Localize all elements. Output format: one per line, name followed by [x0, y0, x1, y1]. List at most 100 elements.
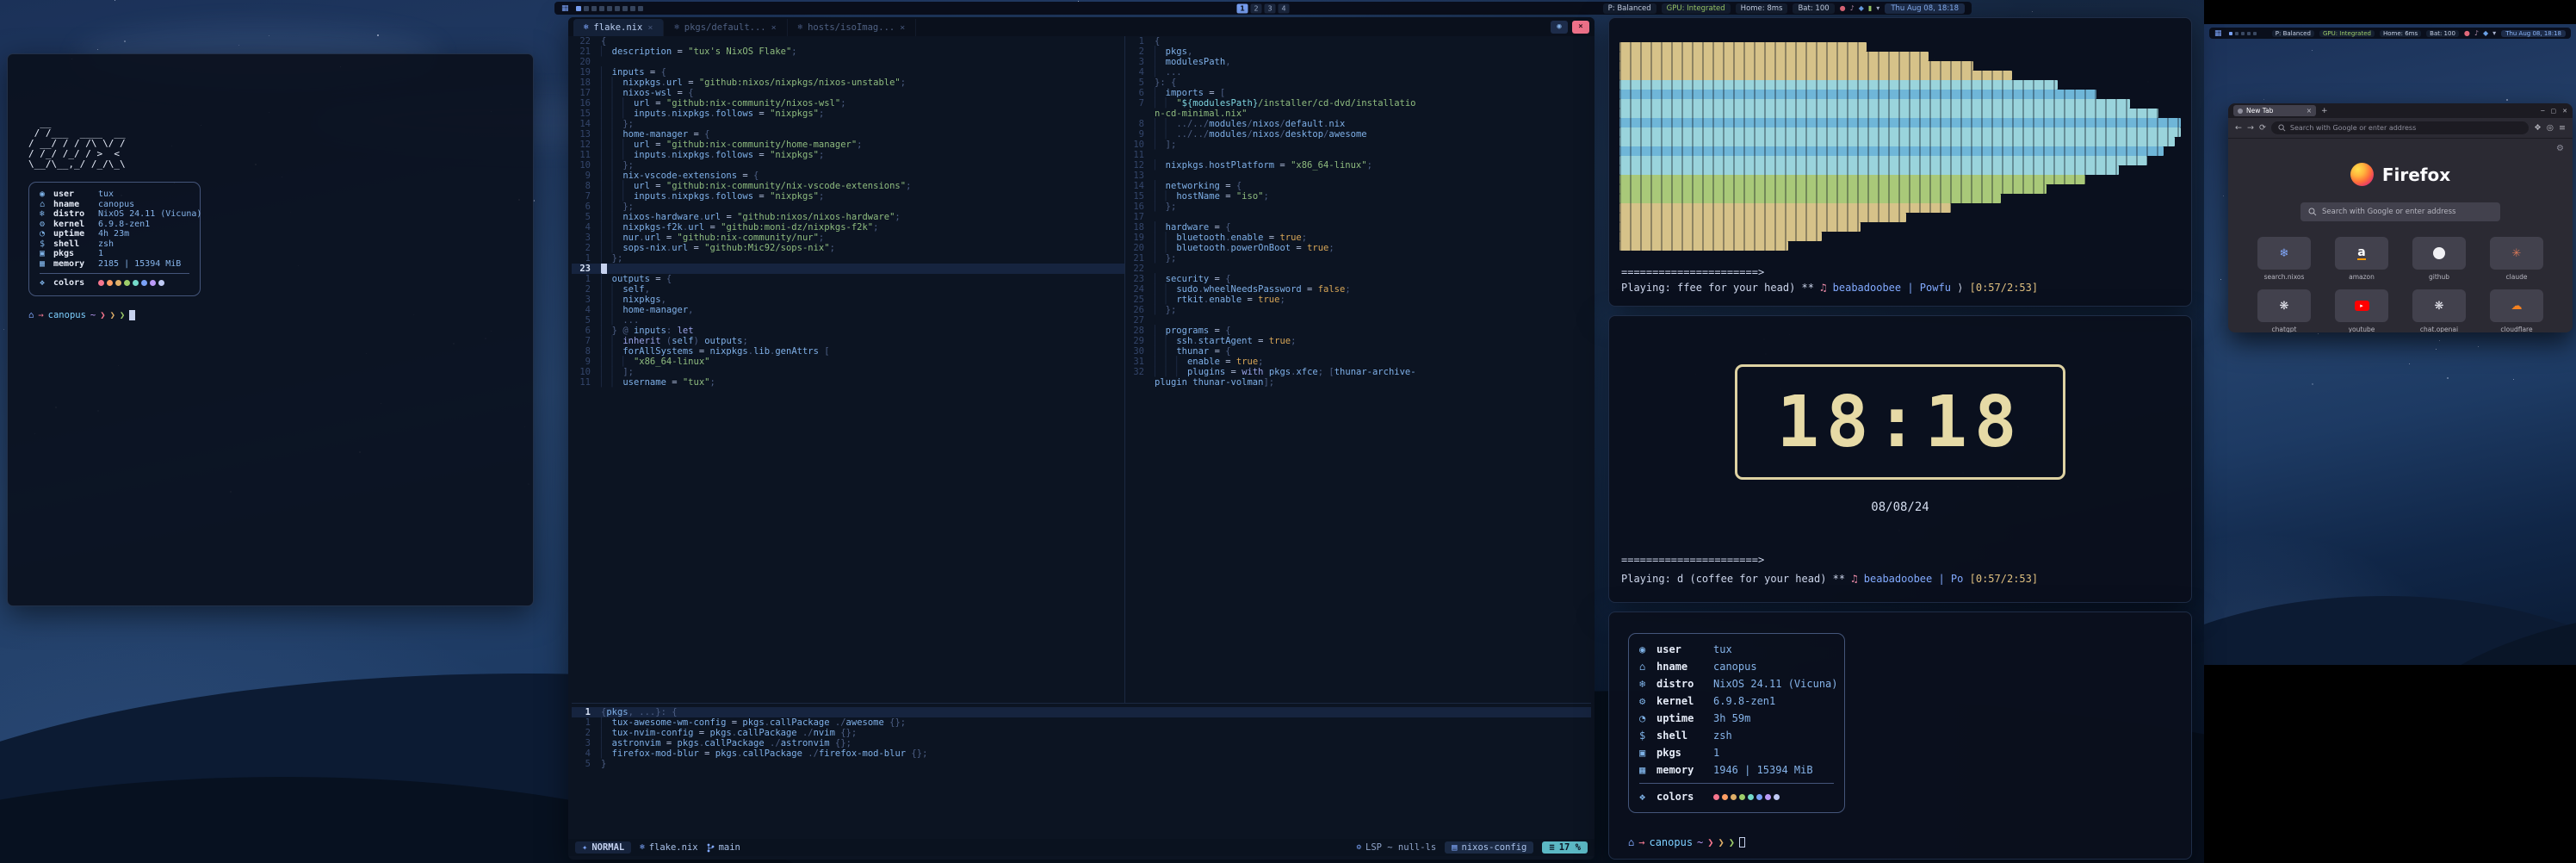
new-tab-button[interactable]: +: [2321, 107, 2328, 115]
workspace-square[interactable]: [591, 6, 597, 11]
shortcut-tile[interactable]: aamazon: [2330, 237, 2393, 281]
workspace-square[interactable]: [630, 6, 635, 11]
tag-button[interactable]: 1: [1237, 3, 1248, 13]
shell-prompt[interactable]: ⌂→canopus~❯❯❯: [1628, 836, 1745, 848]
forward-icon[interactable]: →: [2247, 123, 2254, 133]
buffer-flake-nix[interactable]: 22{21▏ description = "tux's NixOS Flake"…: [572, 36, 1124, 703]
tab-close-icon[interactable]: ×: [771, 23, 777, 33]
music-icon[interactable]: ♪: [1850, 4, 1855, 12]
close-icon[interactable]: ✕: [2562, 108, 2567, 115]
buffer-iso-nix[interactable]: 1{2▏ pkgs,3▏ modulesPath,4▏ ...5}: {6▏ i…: [1124, 36, 1591, 703]
terminal-window[interactable]: __ / /___ ____ __ / __/ / / /\ \/ / / /_…: [7, 53, 534, 606]
line-number: 1: [572, 717, 601, 728]
shell-prompt[interactable]: ⌂→canopus~❯❯❯: [28, 310, 514, 320]
tab-close-icon[interactable]: ×: [900, 23, 905, 33]
fetch-panel[interactable]: ◉usertux⌂hnamecanopus❄distroNixOS 24.11 …: [1608, 612, 2192, 860]
shortcut-tile[interactable]: ☁cloudflare: [2485, 289, 2548, 332]
line-number: 1: [572, 707, 601, 717]
fetch-value: 1: [98, 249, 103, 259]
menu-icon[interactable]: ▦: [2214, 29, 2222, 38]
file-indicator: ❄ flake.nix: [640, 842, 697, 853]
menu-icon[interactable]: ▦: [561, 4, 569, 13]
status-badge: GPU: Integrated: [1662, 3, 1731, 14]
color-dots: [1713, 794, 1780, 800]
code-text: ▏ ▏ };: [601, 160, 1124, 171]
fetch-value: 4h 23m: [98, 229, 129, 239]
workspace-square[interactable]: [2229, 32, 2232, 35]
close-icon[interactable]: ×: [1572, 21, 1589, 34]
extensions-icon[interactable]: ❖: [2534, 123, 2542, 133]
bluetooth-icon[interactable]: ◆: [1859, 4, 1864, 12]
shortcut-tile[interactable]: ❋chat.openai: [2407, 289, 2471, 332]
shortcut-tile[interactable]: ❋chatgpt: [2252, 289, 2316, 332]
code-text: ▏ };: [601, 253, 1124, 264]
clock-widget[interactable]: Thu Aug 08, 18:18: [1885, 3, 1965, 14]
editor-tab[interactable]: ❄hosts/isoImag...×: [788, 19, 917, 36]
minimize-icon[interactable]: ─: [2541, 108, 2544, 115]
code-line: plugin thunar-volman];: [1125, 377, 1591, 388]
openai-icon: ❋: [2435, 300, 2444, 313]
code-text: [1155, 150, 1591, 160]
maximize-icon[interactable]: ▢: [2551, 108, 2557, 115]
reload-icon[interactable]: ⟳: [2259, 123, 2266, 133]
code-line: 14▏ networking = {: [1125, 181, 1591, 191]
code-line: 7▏ ▏ ▏ inputs.nixpkgs.follows = "nixpkgs…: [572, 191, 1124, 202]
workspace-square[interactable]: [615, 6, 620, 11]
record-icon[interactable]: ●: [2464, 29, 2470, 37]
battery-icon[interactable]: ▮: [1868, 4, 1872, 12]
tag-button[interactable]: 2: [1251, 3, 1262, 13]
editor-tab[interactable]: ❄flake.nix×: [573, 19, 664, 36]
editor-window[interactable]: ❄flake.nix×❄pkgs/default...×❄hosts/isoIm…: [568, 17, 1595, 860]
browser-tab[interactable]: New Tab ×: [2233, 105, 2316, 116]
search-input[interactable]: Search with Google or enter address: [2300, 202, 2500, 221]
record-icon[interactable]: ●: [1840, 4, 1846, 12]
tab-close-icon[interactable]: ×: [647, 23, 653, 33]
urlbar-placeholder: Search with Google or enter address: [2290, 124, 2416, 132]
workspace-square[interactable]: [2253, 32, 2257, 35]
gear-icon[interactable]: ⚙: [2556, 144, 2564, 153]
code-line: 12▏ nixpkgs.hostPlatform = "x86_64-linux…: [1125, 160, 1591, 171]
clock-panel[interactable]: 18:18 08/08/24 ======================> P…: [1608, 315, 2192, 603]
workspace-square[interactable]: [576, 6, 581, 11]
shortcut-tile[interactable]: github: [2407, 237, 2471, 281]
editor-tab[interactable]: ❄pkgs/default...×: [664, 19, 787, 36]
workspace-square[interactable]: [2235, 32, 2239, 35]
visualizer-row: [1619, 194, 2001, 203]
fetch-value: NixOS 24.11 (Vicuna): [98, 209, 201, 220]
music-icon[interactable]: ♪: [2474, 29, 2479, 37]
workspace-square[interactable]: [2247, 32, 2251, 35]
shortcut-tile[interactable]: ❄search.nixos: [2252, 237, 2316, 281]
workspace-square[interactable]: [607, 6, 612, 11]
dropdown-icon[interactable]: ▾: [2492, 29, 2496, 37]
workspace-square[interactable]: [638, 6, 643, 11]
code-text: ▏ ▏ home-manager = {: [601, 129, 1124, 140]
back-icon[interactable]: ←: [2235, 123, 2242, 133]
visualizer-row: [1619, 146, 2164, 156]
shortcut-tile[interactable]: ▸youtube: [2330, 289, 2393, 332]
shortcut-tile[interactable]: ✳claude: [2485, 237, 2548, 281]
firefox-window[interactable]: New Tab × + ─ ▢ ✕ ← → ⟳ Search with Google…: [2228, 103, 2573, 332]
workspace-square[interactable]: [584, 6, 589, 11]
dropdown-icon[interactable]: ▾: [1876, 4, 1879, 12]
workspace-square[interactable]: [2241, 32, 2245, 35]
tag-button[interactable]: 3: [1265, 3, 1276, 13]
buffer-pkgs-default-nix[interactable]: 1{pkgs, ...}: {1▏ tux-awesome-wm-config …: [572, 703, 1591, 839]
music-note-icon: ♫: [1851, 573, 1857, 585]
account-icon[interactable]: ◎: [2547, 123, 2554, 133]
eye-icon[interactable]: ◉: [1551, 21, 1568, 34]
visualizer-panel[interactable]: ======================> Playing: ffee fo…: [1608, 17, 2192, 307]
workspace-square[interactable]: [599, 6, 604, 11]
line-number: 6: [1125, 88, 1155, 98]
tag-button[interactable]: 4: [1279, 3, 1290, 13]
fetch-row: ⌂hnamecanopus: [40, 200, 189, 210]
workspace-square[interactable]: [622, 6, 628, 11]
clock-widget[interactable]: Thu Aug 08, 18:18: [2501, 30, 2566, 37]
code-text: ▏ networking = {: [1155, 181, 1591, 191]
tab-close-icon[interactable]: ×: [2307, 107, 2312, 115]
menu-icon[interactable]: ≡: [2559, 123, 2566, 133]
code-text: ▏ tux-nvim-config = pkgs.callPackage ./n…: [601, 728, 1591, 738]
bluetooth-icon[interactable]: ◆: [2483, 29, 2488, 37]
fetch-label: user: [53, 189, 98, 200]
urlbar[interactable]: Search with Google or enter address: [2271, 121, 2529, 134]
distro-icon: ❄: [40, 209, 53, 220]
